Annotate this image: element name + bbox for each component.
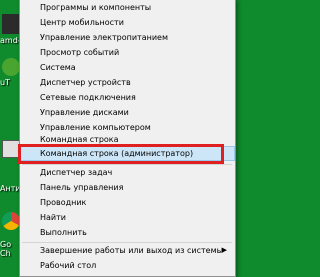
menu-item-label: Найти [40, 213, 66, 222]
chrome-icon [2, 212, 20, 230]
menu-item-label: Центр мобильности [40, 18, 124, 27]
menu-item-shutdown-signout[interactable]: Завершение работы или выход из системы ▶ [20, 243, 235, 258]
menu-item-label: Диспетчер устройств [40, 78, 131, 87]
menu-item-search[interactable]: Найти [20, 210, 235, 225]
menu-item-label: Управление электропитанием [40, 33, 168, 42]
menu-item-label: Программы и компоненты [40, 3, 152, 12]
menu-item-label: Рабочий стол [40, 261, 97, 270]
menu-item-system[interactable]: Система [20, 60, 235, 75]
menu-item-label: Система [40, 63, 76, 72]
desktop-shortcut-chrome-label: Go [0, 240, 12, 249]
utorrent-icon [2, 58, 20, 76]
menu-item-task-manager[interactable]: Диспетчер задач [20, 165, 235, 180]
menu-item-label: Завершение работы или выход из системы [40, 246, 223, 255]
menu-item-file-explorer[interactable]: Проводник [20, 195, 235, 210]
menu-item-disk-management[interactable]: Управление дисками [20, 105, 235, 120]
menu-item-label: Панель управления [40, 183, 124, 192]
submenu-arrow-icon: ▶ [221, 246, 227, 254]
menu-item-label: Сетевые подключения [40, 93, 136, 102]
menu-item-network-connections[interactable]: Сетевые подключения [20, 90, 235, 105]
menu-item-label: Просмотр событий [40, 48, 120, 57]
menu-item-label: Управление дисками [40, 108, 129, 117]
menu-item-run[interactable]: Выполнить [20, 225, 235, 240]
menu-item-event-viewer[interactable]: Просмотр событий [20, 45, 235, 60]
menu-item-control-panel[interactable]: Панель управления [20, 180, 235, 195]
menu-item-label: Управление компьютером [40, 123, 151, 132]
desktop-shortcut-antivirus-label: Анти [0, 184, 21, 193]
menu-item-desktop[interactable]: Рабочий стол [20, 258, 235, 273]
menu-item-label: Выполнить [40, 228, 87, 237]
menu-item-computer-management[interactable]: Управление компьютером [20, 120, 235, 135]
menu-item-label: Командная строка [40, 135, 119, 144]
menu-item-mobility-center[interactable]: Центр мобильности [20, 15, 235, 30]
menu-item-power-options[interactable]: Управление электропитанием [20, 30, 235, 45]
desktop-shortcut-utorrent-label: uT [0, 78, 10, 87]
desktop-shortcut-amd-label: amd- [0, 36, 21, 45]
menu-item-programs-features[interactable]: Программы и компоненты [20, 0, 235, 15]
menu-item-device-manager[interactable]: Диспетчер устройств [20, 75, 235, 90]
desktop-shortcut-utorrent[interactable] [2, 58, 20, 76]
winx-context-menu: Программы и компоненты Центр мобильности… [19, 0, 236, 277]
annotation-highlight-box [18, 144, 224, 164]
menu-item-label: Проводник [40, 198, 87, 207]
desktop-shortcut-chrome-label-2: Ch [0, 249, 11, 258]
desktop-shortcut-chrome[interactable] [2, 212, 20, 230]
desktop-area-right [235, 0, 300, 272]
menu-item-label: Диспетчер задач [40, 168, 113, 177]
